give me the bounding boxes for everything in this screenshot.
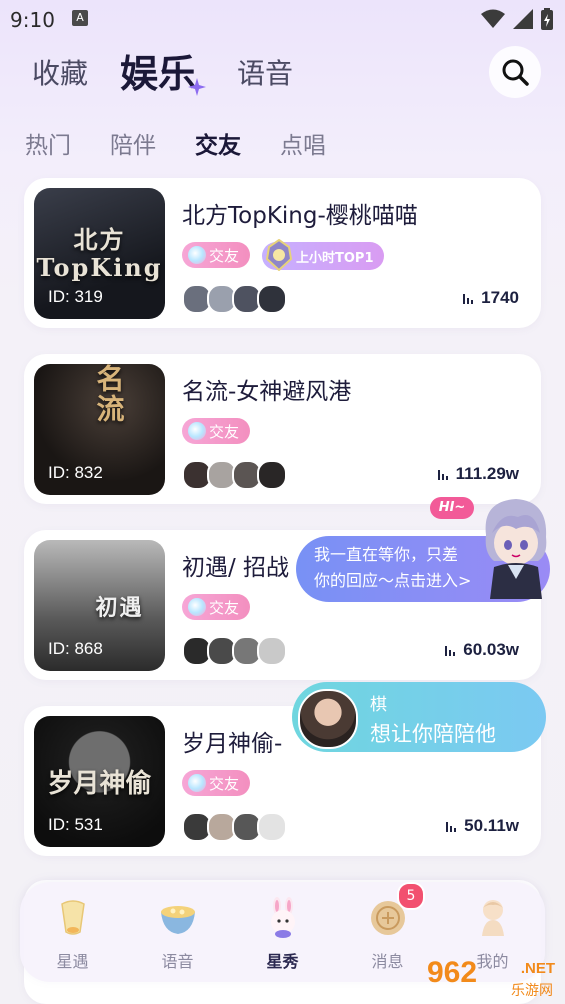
popularity: 50.11w: [446, 816, 519, 836]
subtab-friends[interactable]: 交友: [195, 126, 241, 160]
doll-icon: [482, 900, 504, 936]
nav-label: 星秀: [266, 952, 299, 971]
room-card[interactable]: 名流 ID: 832 名流-女神避风港 交友 111.29w: [24, 354, 541, 504]
avatar: [257, 812, 287, 842]
member-avatars: [182, 460, 287, 490]
room-cover: 名流 ID: 832: [34, 364, 165, 495]
top-tab-bar: 收藏 娱乐 语音: [0, 40, 565, 100]
room-title: 北方TopKing-樱桃喵喵: [182, 203, 418, 229]
signal-bars-icon: [437, 468, 448, 480]
tag-badge: 交友: [182, 594, 250, 620]
watermark-number: 962: [427, 956, 478, 989]
rank-badge: 上小时TOP1: [262, 239, 384, 271]
room-cover: 初遇 ID: 868: [34, 540, 165, 671]
room-id: ID: 832: [48, 463, 103, 482]
subtab-hot[interactable]: 热门: [25, 126, 71, 160]
member-avatars: [182, 284, 287, 314]
room-id: ID: 531: [48, 815, 103, 834]
heart-bubble-icon: [188, 598, 206, 616]
wifi-icon: [481, 9, 505, 28]
anime-character-icon: [485, 499, 547, 599]
popularity: 60.03w: [445, 640, 519, 660]
hi-badge: HI~: [430, 497, 474, 519]
room-cover: 岁月神偷 ID: 531: [34, 716, 165, 847]
heart-bubble-icon: [188, 246, 206, 264]
tab-voice[interactable]: 语音: [237, 52, 293, 92]
signal-bars-icon: [445, 644, 456, 656]
tag-badge: 交友: [182, 242, 250, 268]
avatar: [257, 460, 287, 490]
tag-badge: 交友: [182, 418, 250, 444]
watermark-net: .NET: [520, 960, 555, 977]
room-card[interactable]: 北方 TopKing ID: 319 北方TopKing-樱桃喵喵 交友 上小时…: [24, 178, 541, 328]
signal-bars-icon: [463, 292, 474, 304]
nav-label: 语音: [161, 952, 194, 971]
sparkle-icon: [188, 78, 206, 96]
search-button[interactable]: [489, 46, 541, 98]
site-watermark: 962 .NET 乐游网: [423, 954, 559, 1002]
room-id: ID: 868: [48, 639, 103, 658]
signal-icon: [513, 9, 533, 29]
battery-icon: [541, 8, 553, 30]
member-avatars: [182, 636, 287, 666]
status-bar: 9:10 A: [0, 0, 565, 40]
member-avatars: [182, 812, 287, 842]
signal-bars-icon: [446, 820, 457, 832]
companion-bubble[interactable]: 棋 想让你陪陪他: [292, 682, 546, 752]
nav-label: 星遇: [56, 952, 89, 971]
system-icons: [481, 8, 553, 30]
avatar: [257, 636, 287, 666]
bunny-icon: [271, 897, 295, 938]
avatar: [257, 284, 287, 314]
room-title: 初遇/ 招战: [182, 555, 290, 581]
nav-star-show[interactable]: 星秀: [230, 882, 335, 982]
nav-voice[interactable]: 语音: [125, 882, 230, 982]
tab-favorites[interactable]: 收藏: [32, 52, 88, 92]
companion-name: 棋: [370, 695, 387, 715]
room-title: 岁月神偷-: [182, 731, 283, 757]
tag-badge: 交友: [182, 770, 250, 796]
subtab-companion[interactable]: 陪伴: [110, 126, 156, 160]
room-id: ID: 319: [48, 287, 103, 306]
subtab-sing[interactable]: 点唱: [280, 126, 326, 160]
heart-bubble-icon: [188, 422, 206, 440]
popularity: 1740: [463, 288, 519, 308]
status-time: 9:10: [10, 8, 55, 32]
nav-star-meet[interactable]: 星遇: [20, 882, 125, 982]
room-title: 名流-女神避风港: [182, 379, 352, 405]
search-icon: [502, 59, 529, 86]
room-cover: 北方 TopKing ID: 319: [34, 188, 165, 319]
heart-bubble-icon: [188, 774, 206, 792]
watermark-cn: 乐游网: [511, 983, 553, 999]
tab-entertainment[interactable]: 娱乐: [120, 43, 196, 98]
app-notification-icon: A: [72, 10, 88, 26]
popularity: 111.29w: [437, 464, 519, 484]
avatar: [298, 689, 358, 749]
companion-message: 想让你陪陪他: [370, 722, 496, 746]
unread-badge: 5: [397, 882, 425, 910]
lantern-icon: [61, 900, 85, 935]
medal-icon: [265, 239, 293, 271]
tea-bowl-icon: [161, 906, 195, 934]
